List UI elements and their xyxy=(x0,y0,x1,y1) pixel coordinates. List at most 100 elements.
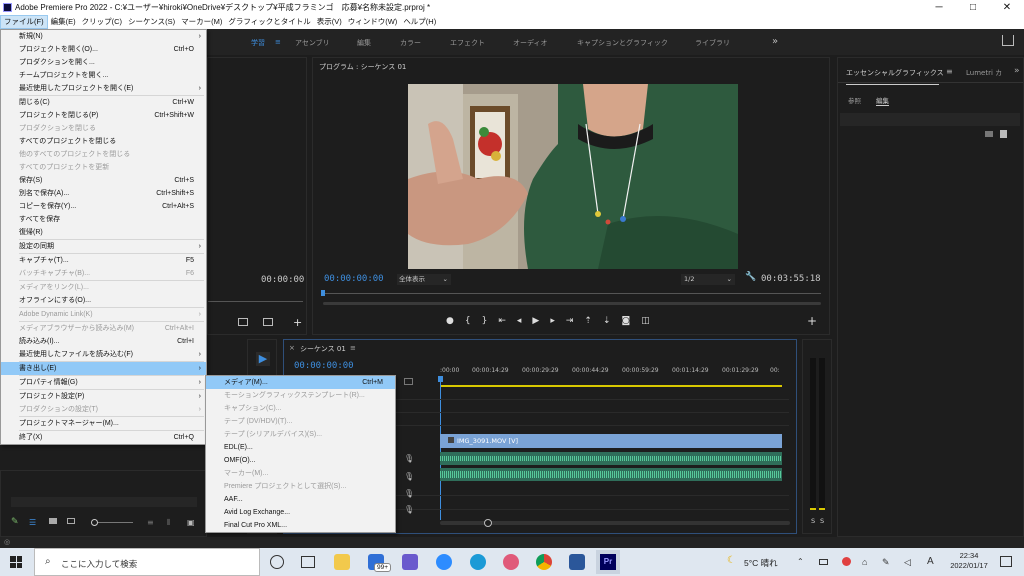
timeline-sequence-tab[interactable]: シーケンス 01 xyxy=(300,344,346,354)
taskbar-search-box[interactable]: ⌕ ここに入力して検索 xyxy=(34,548,260,576)
menu-view[interactable]: 表示(V) xyxy=(314,15,345,29)
freeform-view-icon[interactable] xyxy=(67,518,75,524)
source-add-icon[interactable]: + xyxy=(293,316,302,329)
program-panel-title[interactable]: プログラム : シーケンス 01 xyxy=(319,62,406,72)
store-icon[interactable] xyxy=(402,554,418,570)
task-view-icon[interactable] xyxy=(301,556,315,568)
icon-view-icon[interactable] xyxy=(49,518,57,524)
file-menu-item[interactable]: すべてのプロジェクトを閉じる xyxy=(1,135,206,148)
step-back-icon[interactable]: ◂ xyxy=(517,316,533,326)
file-menu-item[interactable]: プロパティ情報(G) › xyxy=(1,376,206,389)
program-add-button[interactable]: + xyxy=(807,314,817,328)
file-menu-item[interactable]: 最近使用したプロジェクトを開く(E) › xyxy=(1,82,206,95)
step-forward-icon[interactable]: ▸ xyxy=(550,316,566,326)
menu-edit[interactable]: 編集(E) xyxy=(48,15,79,29)
audio-clip-2[interactable] xyxy=(440,468,782,481)
zoom-slider-handle[interactable] xyxy=(91,519,98,526)
zoom-slider[interactable] xyxy=(98,522,133,523)
weather-text[interactable]: 5°C 晴れ xyxy=(744,557,778,569)
file-explorer-icon[interactable] xyxy=(334,554,350,570)
file-menu-item[interactable]: 終了(X) Ctrl+Q xyxy=(1,431,206,444)
video-clip[interactable]: IMG_3091.MOV [V] xyxy=(440,434,782,448)
new-item-icon[interactable] xyxy=(1000,130,1007,138)
workspace-overflow-button[interactable]: » xyxy=(772,36,778,47)
workspace-audio[interactable]: オーディオ xyxy=(513,38,548,48)
export-menu-item[interactable]: AAF... xyxy=(206,493,395,506)
share-icon[interactable] xyxy=(1002,35,1014,46)
program-fit-select[interactable]: 全体表示 ⌄ xyxy=(397,274,451,285)
work-area-bar[interactable] xyxy=(440,385,782,387)
word-icon[interactable] xyxy=(569,554,585,570)
export-menu-item[interactable]: OMF(O)... xyxy=(206,454,395,467)
timeline-timecode[interactable]: 00:00:00:00 xyxy=(294,361,354,371)
cortana-icon[interactable] xyxy=(270,555,284,569)
lumetri-tab[interactable]: Lumetri カ xyxy=(966,68,1002,78)
menu-file[interactable]: ファイル(F) xyxy=(0,15,48,29)
wrench-icon[interactable]: 🔧 xyxy=(745,272,756,282)
file-menu-item[interactable]: プロジェクト設定(P) › xyxy=(1,390,206,403)
minimize-button[interactable]: ─ xyxy=(922,2,956,13)
close-button[interactable]: ✕ xyxy=(990,2,1024,13)
export-menu-item[interactable]: メディア(M)... Ctrl+M xyxy=(206,376,395,389)
workspace-effects[interactable]: エフェクト xyxy=(450,38,485,48)
premiere-taskbar-active[interactable]: Pr xyxy=(596,550,620,574)
file-menu-item[interactable]: プロダクションを開く... xyxy=(1,56,206,69)
panel-menu-icon[interactable]: ≡ xyxy=(946,67,953,76)
network-icon[interactable]: ⌂ xyxy=(862,557,867,567)
scroll-handle[interactable] xyxy=(484,519,492,527)
lift-icon[interactable]: ⇡ xyxy=(584,316,603,326)
program-playhead[interactable] xyxy=(321,290,325,296)
selection-tool-icon[interactable]: ▶ xyxy=(256,352,270,366)
close-tab-icon[interactable]: × xyxy=(289,344,295,352)
export-menu-item[interactable]: Avid Log Exchange... xyxy=(206,506,395,519)
battery-icon[interactable] xyxy=(819,559,828,565)
essential-graphics-tab[interactable]: エッセンシャルグラフィックス xyxy=(846,68,944,78)
go-to-out-icon[interactable]: ⇥ xyxy=(566,316,585,326)
solo-right-button[interactable]: S xyxy=(820,517,824,525)
zoom-icon[interactable] xyxy=(436,554,452,570)
automate-icon[interactable]: ⫴ xyxy=(167,518,170,528)
file-menu-item[interactable]: 別名で保存(A)... Ctrl+Shift+S xyxy=(1,187,206,200)
go-to-in-icon[interactable]: ⇤ xyxy=(498,316,517,326)
play-icon[interactable]: ▶ xyxy=(532,316,550,326)
workspace-assembly[interactable]: アセンブリ xyxy=(295,38,330,48)
file-menu-item[interactable]: 保存(S) Ctrl+S xyxy=(1,174,206,187)
mic-icon[interactable]: 🎙 xyxy=(404,472,414,481)
timeline-ruler[interactable]: :00:00 00:00:14:29 00:00:29:29 00:00:44:… xyxy=(440,367,790,385)
program-resolution-select[interactable]: 1/2 ⌄ xyxy=(681,274,735,285)
panel-menu-icon[interactable]: ≡ xyxy=(350,344,356,352)
workspace-color[interactable]: カラー xyxy=(400,38,421,48)
file-menu-item[interactable]: すべてを保存 xyxy=(1,213,206,226)
panel-overflow-icon[interactable]: » xyxy=(1014,66,1020,76)
tray-chevron-icon[interactable]: ⌃ xyxy=(797,557,804,566)
file-menu-item[interactable]: オフラインにする(O)... xyxy=(1,294,206,307)
workspace-learn[interactable]: 学習 xyxy=(251,38,265,48)
timeline-scrollbar[interactable] xyxy=(440,521,790,525)
menu-graphics[interactable]: グラフィックとタイトル xyxy=(225,15,313,29)
menu-marker[interactable]: マーカー(M) xyxy=(178,15,225,29)
workspace-captions[interactable]: キャプションとグラフィック xyxy=(577,38,668,48)
workspace-editing[interactable]: 編集 xyxy=(357,38,371,48)
antivirus-icon[interactable] xyxy=(842,557,851,566)
clock[interactable]: 22:34 2022/01/17 xyxy=(944,551,994,571)
file-menu-item[interactable]: プロジェクトマネージャー(M)... xyxy=(1,417,206,430)
ime-indicator[interactable]: A xyxy=(927,556,934,567)
mic-icon[interactable]: 🎙 xyxy=(404,489,414,498)
file-menu-item[interactable]: 書き出し(E) › xyxy=(1,362,206,375)
volume-icon[interactable]: ◁ xyxy=(904,557,911,568)
camera-icon[interactable]: ◙ xyxy=(622,316,642,326)
menu-clip[interactable]: クリップ(C) xyxy=(79,15,125,29)
paint-icon[interactable] xyxy=(503,554,519,570)
solo-left-button[interactable]: S xyxy=(811,517,815,525)
file-menu-item[interactable]: プロジェクトを開く(O)... Ctrl+O xyxy=(1,43,206,56)
notification-icon[interactable] xyxy=(1000,556,1012,567)
file-menu-item[interactable]: 復帰(R) xyxy=(1,226,206,239)
program-scrubber[interactable] xyxy=(323,293,821,294)
list-view-icon[interactable]: ☰ xyxy=(29,518,36,527)
source-scrubber[interactable] xyxy=(208,301,303,302)
maximize-button[interactable]: □ xyxy=(956,2,990,13)
program-current-timecode[interactable]: 00:00:00:00 xyxy=(324,274,384,284)
workspace-menu-icon[interactable]: ≡ xyxy=(275,38,281,46)
edge-icon[interactable] xyxy=(470,554,486,570)
file-menu-item[interactable]: チームプロジェクトを開く... xyxy=(1,69,206,82)
